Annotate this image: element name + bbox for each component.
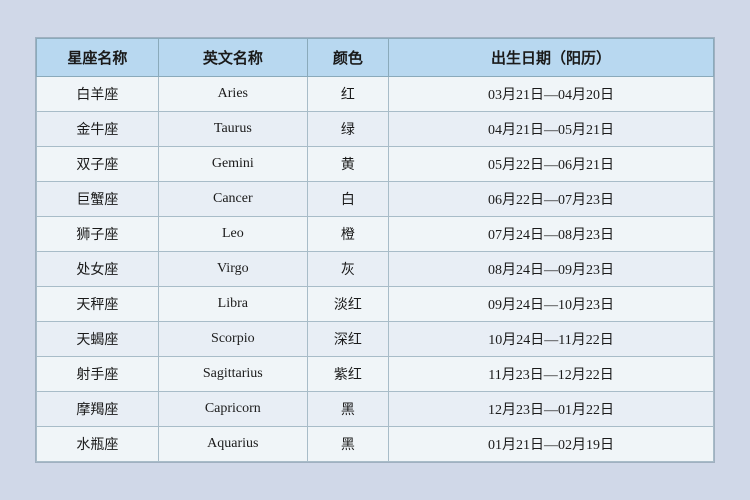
table-row: 天秤座Libra淡红09月24日—10月23日 [37, 287, 714, 322]
cell-date: 08月24日—09月23日 [389, 252, 714, 287]
cell-color: 淡红 [307, 287, 388, 322]
cell-color: 橙 [307, 217, 388, 252]
table-row: 巨蟹座Cancer白06月22日—07月23日 [37, 182, 714, 217]
table-row: 处女座Virgo灰08月24日—09月23日 [37, 252, 714, 287]
cell-english: Sagittarius [158, 357, 307, 392]
cell-date: 01月21日—02月19日 [389, 427, 714, 462]
header-chinese: 星座名称 [37, 39, 159, 77]
cell-chinese: 天蝎座 [37, 322, 159, 357]
cell-chinese: 处女座 [37, 252, 159, 287]
table-row: 天蝎座Scorpio深红10月24日—11月22日 [37, 322, 714, 357]
cell-color: 黑 [307, 427, 388, 462]
cell-color: 黄 [307, 147, 388, 182]
table-row: 白羊座Aries红03月21日—04月20日 [37, 77, 714, 112]
cell-chinese: 金牛座 [37, 112, 159, 147]
cell-chinese: 天秤座 [37, 287, 159, 322]
cell-date: 06月22日—07月23日 [389, 182, 714, 217]
cell-english: Cancer [158, 182, 307, 217]
table-row: 双子座Gemini黄05月22日—06月21日 [37, 147, 714, 182]
cell-english: Aries [158, 77, 307, 112]
cell-chinese: 白羊座 [37, 77, 159, 112]
table-row: 金牛座Taurus绿04月21日—05月21日 [37, 112, 714, 147]
cell-english: Aquarius [158, 427, 307, 462]
table-row: 射手座Sagittarius紫红11月23日—12月22日 [37, 357, 714, 392]
cell-english: Scorpio [158, 322, 307, 357]
cell-chinese: 射手座 [37, 357, 159, 392]
header-english: 英文名称 [158, 39, 307, 77]
cell-date: 11月23日—12月22日 [389, 357, 714, 392]
table-row: 摩羯座Capricorn黑12月23日—01月22日 [37, 392, 714, 427]
table-header-row: 星座名称 英文名称 颜色 出生日期（阳历） [37, 39, 714, 77]
cell-chinese: 巨蟹座 [37, 182, 159, 217]
header-date: 出生日期（阳历） [389, 39, 714, 77]
cell-english: Taurus [158, 112, 307, 147]
cell-color: 红 [307, 77, 388, 112]
cell-chinese: 双子座 [37, 147, 159, 182]
cell-color: 深红 [307, 322, 388, 357]
cell-english: Libra [158, 287, 307, 322]
cell-chinese: 水瓶座 [37, 427, 159, 462]
cell-color: 白 [307, 182, 388, 217]
cell-date: 09月24日—10月23日 [389, 287, 714, 322]
cell-english: Capricorn [158, 392, 307, 427]
cell-date: 04月21日—05月21日 [389, 112, 714, 147]
cell-date: 03月21日—04月20日 [389, 77, 714, 112]
cell-chinese: 摩羯座 [37, 392, 159, 427]
cell-color: 灰 [307, 252, 388, 287]
cell-date: 10月24日—11月22日 [389, 322, 714, 357]
cell-chinese: 狮子座 [37, 217, 159, 252]
zodiac-table: 星座名称 英文名称 颜色 出生日期（阳历） 白羊座Aries红03月21日—04… [36, 38, 714, 462]
table-body: 白羊座Aries红03月21日—04月20日金牛座Taurus绿04月21日—0… [37, 77, 714, 462]
cell-english: Leo [158, 217, 307, 252]
cell-color: 紫红 [307, 357, 388, 392]
cell-english: Gemini [158, 147, 307, 182]
cell-date: 07月24日—08月23日 [389, 217, 714, 252]
cell-date: 05月22日—06月21日 [389, 147, 714, 182]
zodiac-table-container: 星座名称 英文名称 颜色 出生日期（阳历） 白羊座Aries红03月21日—04… [35, 37, 715, 463]
header-color: 颜色 [307, 39, 388, 77]
cell-color: 黑 [307, 392, 388, 427]
cell-color: 绿 [307, 112, 388, 147]
table-row: 狮子座Leo橙07月24日—08月23日 [37, 217, 714, 252]
table-row: 水瓶座Aquarius黑01月21日—02月19日 [37, 427, 714, 462]
cell-english: Virgo [158, 252, 307, 287]
cell-date: 12月23日—01月22日 [389, 392, 714, 427]
